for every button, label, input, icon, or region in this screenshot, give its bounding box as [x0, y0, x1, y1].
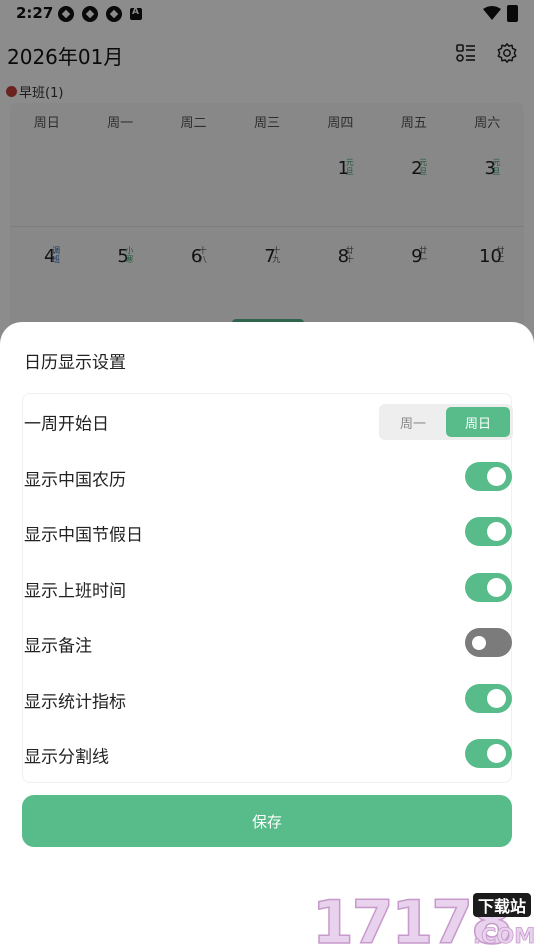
holiday-toggle-switch[interactable] — [465, 517, 512, 546]
stats-toggle-row: 显示统计指标 — [23, 672, 513, 727]
divider-toggle-row: 显示分割线 — [23, 727, 513, 782]
toggle-knob — [487, 578, 506, 597]
lunar-toggle-label: 显示中国农历 — [24, 470, 126, 490]
week-start-label: 一周开始日 — [24, 414, 109, 434]
work-time-toggle-label: 显示上班时间 — [24, 581, 126, 601]
week-start-segmented: 周一 周日 — [379, 404, 513, 440]
toggle-knob — [487, 467, 506, 486]
lunar-toggle-row: 显示中国农历 — [23, 450, 513, 505]
watermark-suffix: .COM — [473, 924, 534, 948]
sheet-title: 日历显示设置 — [24, 353, 126, 373]
work-time-toggle-switch[interactable] — [465, 573, 512, 602]
stats-toggle-switch[interactable] — [465, 684, 512, 713]
toggle-knob — [487, 689, 506, 708]
week-start-sunday-option[interactable]: 周日 — [446, 407, 510, 437]
toggle-knob — [487, 744, 506, 763]
notes-toggle-row: 显示备注 — [23, 616, 513, 671]
week-start-monday-option[interactable]: 周一 — [381, 407, 445, 437]
week-start-row: 一周开始日 周一 周日 — [23, 394, 513, 449]
holiday-toggle-row: 显示中国节假日 — [23, 505, 513, 560]
site-watermark: 17178 下载站 .COM — [311, 887, 534, 949]
divider-toggle-switch[interactable] — [465, 739, 512, 768]
holiday-toggle-label: 显示中国节假日 — [24, 525, 143, 545]
stats-toggle-label: 显示统计指标 — [24, 692, 126, 712]
toggle-knob — [472, 635, 486, 650]
lunar-toggle-switch[interactable] — [465, 462, 512, 491]
notes-toggle-label: 显示备注 — [24, 636, 92, 656]
work-time-toggle-row: 显示上班时间 — [23, 561, 513, 616]
divider-toggle-label: 显示分割线 — [24, 747, 109, 767]
watermark-badge: 下载站 — [478, 897, 526, 916]
notes-toggle-switch[interactable] — [465, 628, 512, 657]
display-settings-sheet: 日历显示设置 一周开始日 周一 周日 显示中国农历 显示中国节假日 显示上班时间… — [0, 322, 534, 950]
settings-card: 一周开始日 周一 周日 显示中国农历 显示中国节假日 显示上班时间 显示备注 显… — [22, 393, 513, 783]
save-button[interactable]: 保存 — [22, 795, 512, 847]
toggle-knob — [487, 522, 506, 541]
